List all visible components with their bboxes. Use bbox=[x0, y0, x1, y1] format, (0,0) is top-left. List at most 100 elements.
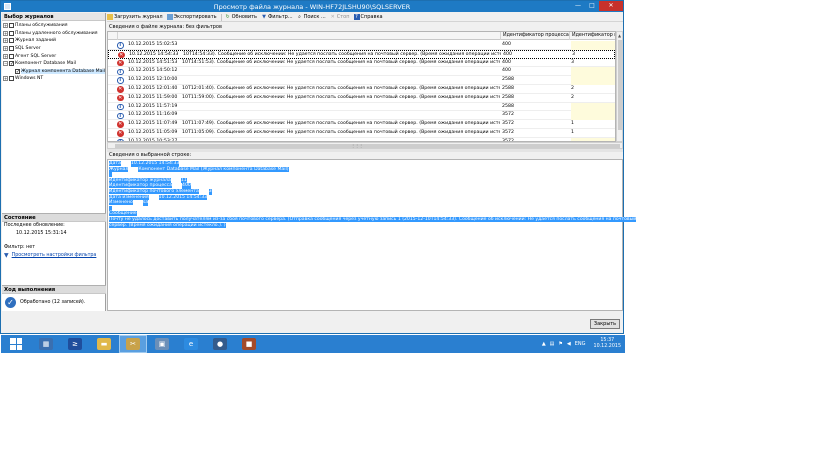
cell-mail-id bbox=[571, 41, 615, 50]
vertical-scroll-thumb[interactable] bbox=[618, 40, 622, 130]
tree-expander-icon[interactable]: + bbox=[3, 23, 8, 29]
cell-date: 10.12.2015 11:59:00 bbox=[128, 94, 178, 100]
filter-label: Фильтр: нет bbox=[4, 245, 36, 250]
tree-checkbox[interactable] bbox=[9, 76, 14, 82]
close-window-button[interactable]: ✕ bbox=[599, 1, 623, 11]
cell-mail-id bbox=[571, 67, 615, 77]
table-row[interactable]: i 10.12.2015 14:50:12 400 bbox=[108, 67, 615, 77]
tree-item-label: Windows NT bbox=[15, 76, 44, 82]
toolbar-separator bbox=[220, 13, 222, 21]
tree-checkbox[interactable] bbox=[9, 23, 14, 29]
close-button[interactable]: Закрыть bbox=[590, 319, 620, 329]
tree-checkbox[interactable]: ✓ bbox=[14, 68, 20, 74]
minimize-button[interactable]: — bbox=[571, 1, 585, 11]
details-key: Сообщение bbox=[109, 211, 137, 217]
cell-message bbox=[182, 76, 500, 85]
tree-expander-icon[interactable]: + bbox=[3, 76, 8, 82]
table-row[interactable]: i 10.12.2015 12:10:00 2588 bbox=[108, 76, 615, 85]
language-indicator[interactable]: ENG bbox=[575, 341, 586, 347]
tree-expander-icon[interactable]: + bbox=[3, 30, 8, 36]
tree-item[interactable]: + Планы обслуживания bbox=[2, 22, 105, 30]
cell-process-id: 3572 bbox=[502, 112, 514, 118]
stop-button[interactable]: ✕ Стоп bbox=[330, 14, 350, 20]
volume-icon[interactable]: ◀ bbox=[567, 341, 571, 347]
search-button[interactable]: ⌕ Поиск ... bbox=[297, 14, 326, 20]
cell-message bbox=[182, 41, 500, 50]
table-row[interactable]: ✕ 10.12.2015 11:59:00 10T11:59:00). Сообще… bbox=[108, 94, 615, 103]
table-row[interactable]: ✕ 10.12.2015 12:01:40 10T12:01:40). Сообще… bbox=[108, 85, 615, 94]
details-line: сервер. (Время ожидания операции истекло… bbox=[109, 222, 621, 229]
taskbar-powershell-button[interactable]: ≥ bbox=[61, 335, 89, 353]
taskbar-file-explorer-button[interactable]: ▬ bbox=[90, 335, 118, 353]
export-button[interactable]: Экспортировать bbox=[166, 14, 217, 20]
tree-item[interactable]: − ✓ Компонент Database Mail bbox=[2, 60, 105, 68]
tree-checkbox[interactable] bbox=[9, 46, 14, 52]
table-row[interactable]: ✕ 10.12.2015 14:54:33 10T14:54:33). Сообще… bbox=[108, 49, 615, 59]
taskbar-remote-desktop-button[interactable]: ▣ bbox=[148, 335, 176, 353]
cell-process-id: 400 bbox=[502, 59, 511, 65]
ssms-icon: ✂ bbox=[126, 338, 140, 350]
cell-message: 10T11:59:00). Сообщение об исключении: Н… bbox=[182, 94, 500, 100]
start-button[interactable] bbox=[1, 335, 31, 353]
network-icon[interactable]: ▤ bbox=[550, 341, 555, 347]
tree-item[interactable]: + Журнал заданий bbox=[2, 37, 105, 45]
tree-checkbox[interactable] bbox=[9, 30, 14, 36]
tree-expander-icon[interactable]: + bbox=[3, 46, 8, 52]
cell-process-id: 3572 bbox=[502, 121, 514, 127]
col-header-message[interactable] bbox=[117, 32, 500, 40]
tree-checkbox[interactable] bbox=[9, 53, 14, 59]
details-key: Изменено bbox=[109, 200, 133, 206]
tree-item[interactable]: + Агент SQL Server bbox=[2, 52, 105, 60]
cell-process-id: 2588 bbox=[502, 86, 514, 91]
tree-item[interactable]: + Windows NT bbox=[2, 75, 105, 83]
clock-date: 10.12.2015 bbox=[593, 344, 621, 349]
cell-date: 10.12.2015 11:05:09 bbox=[128, 130, 178, 135]
refresh-button[interactable]: ↻ Обновить bbox=[225, 14, 257, 20]
grid-horizontal-scrollbar[interactable]: ⋮⋮⋮ bbox=[107, 142, 623, 149]
details-pane[interactable]: Дата 10.12.2015 14:54:33 Журнал Компонент D… bbox=[107, 159, 637, 311]
load-log-button[interactable]: Загрузить журнал bbox=[107, 14, 163, 20]
left-pane: Выбор журналов + Планы обслуживания + Планы… bbox=[2, 13, 106, 311]
details-key: Почту не удалось доставить получателям и… bbox=[109, 216, 637, 222]
tree-expander-icon[interactable]: − bbox=[3, 61, 8, 67]
title-bar[interactable]: Просмотр файла журнала - WIN-HF72JLSHU90… bbox=[1, 1, 623, 12]
progress-text: Обработано (12 записей). bbox=[20, 300, 86, 305]
tree-checkbox[interactable]: ✓ bbox=[9, 61, 14, 67]
tray-arrow-icon[interactable]: ▲ bbox=[542, 341, 546, 347]
cell-message: 10T12:01:40). Сообщение об исключении: Н… bbox=[182, 86, 500, 91]
tree-item[interactable]: + SQL Server bbox=[2, 45, 105, 53]
help-button[interactable]: ? Справка bbox=[353, 14, 383, 20]
table-row[interactable]: ✕ 10.12.2015 11:05:09 10T11:05:09). Сообще… bbox=[108, 129, 615, 138]
tree-expander-icon[interactable]: + bbox=[3, 38, 8, 44]
taskbar-internet-explorer-button[interactable]: e bbox=[177, 335, 205, 353]
col-header-process-id[interactable]: Идентификатор процесса bbox=[500, 32, 569, 40]
maximize-button[interactable]: □ bbox=[585, 1, 599, 11]
table-row[interactable]: ✕ 10.12.2015 11:07:49 10T11:07:49). Сообще… bbox=[108, 120, 615, 129]
tree-checkbox[interactable] bbox=[9, 38, 14, 44]
tree-item[interactable]: ✓ Журнал компонента Database Mail bbox=[2, 68, 105, 76]
grid-vertical-scrollbar[interactable]: ▲ bbox=[616, 31, 623, 142]
scroll-up-arrow-icon[interactable]: ▲ bbox=[617, 32, 622, 39]
error-icon: ✕ bbox=[117, 86, 124, 93]
taskbar-ssms-button[interactable]: ✂ bbox=[119, 335, 147, 353]
flag-icon[interactable]: ⚑ bbox=[558, 341, 562, 347]
col-header-icon[interactable] bbox=[108, 32, 117, 40]
horizontal-scroll-thumb[interactable] bbox=[115, 144, 620, 148]
taskbar-package-app-button[interactable]: ■ bbox=[235, 335, 263, 353]
view-filter-settings-link[interactable]: Просмотреть настройки фильтра bbox=[12, 252, 97, 260]
table-row[interactable]: i 10.12.2015 15:02:53 400 bbox=[108, 41, 615, 50]
filter-button[interactable]: ▼ Фильтр... bbox=[261, 14, 293, 20]
package-app-icon: ■ bbox=[242, 338, 256, 350]
taskbar-thunderbird-button[interactable]: ● bbox=[206, 335, 234, 353]
taskbar-server-manager-button[interactable]: ▦ bbox=[32, 335, 60, 353]
table-row[interactable]: i 10.12.2015 11:16:09 3572 bbox=[108, 111, 615, 121]
filter-icon: ▼ bbox=[4, 252, 9, 259]
tree-item[interactable]: + Планы удаленного обслуживания bbox=[2, 30, 105, 38]
cell-process-id: 3572 bbox=[502, 130, 514, 135]
table-row[interactable]: i 10.12.2015 11:57:19 2588 bbox=[108, 102, 615, 112]
window-controls: — □ ✕ bbox=[571, 1, 623, 11]
tree-expander-icon[interactable]: + bbox=[3, 53, 8, 59]
col-header-mail-id[interactable]: Идентификатор почт bbox=[569, 32, 615, 40]
clock[interactable]: 15:37 10.12.2015 bbox=[594, 338, 621, 350]
table-row[interactable]: ✕ 10.12.2015 14:51:53 10T14:51:53). Сообще… bbox=[108, 59, 615, 68]
